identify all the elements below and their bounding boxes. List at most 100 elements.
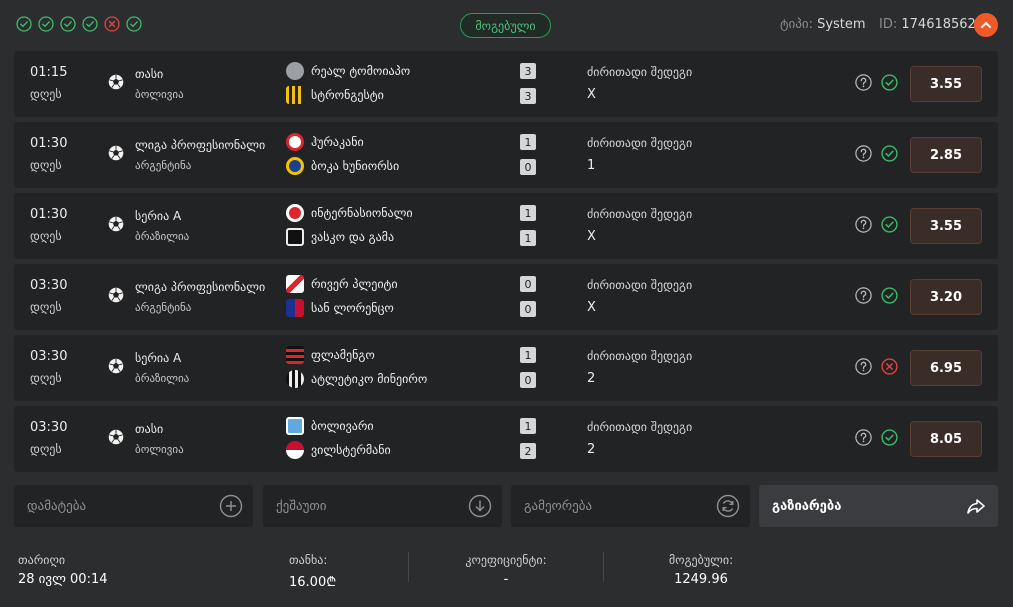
away-team: ატლეტიკო მინეირო (286, 369, 427, 389)
question-circle-icon[interactable] (855, 74, 872, 91)
result-lost-icon (881, 358, 898, 375)
match-day: დღეს (30, 158, 62, 172)
home-score: 1 (520, 205, 536, 221)
home-team: ბოლივარი (286, 416, 374, 436)
league-name: თასი (135, 67, 164, 81)
cross-circle-icon (104, 16, 120, 32)
bet-pick: X (587, 300, 596, 315)
away-score: 3 (520, 88, 536, 104)
red-black-crest-icon (286, 346, 304, 364)
match-time: 01:30 (30, 207, 68, 222)
match-time: 03:30 (30, 278, 68, 293)
chevron-up-icon (981, 21, 991, 28)
blue-crest-icon (286, 157, 304, 175)
home-score: 3 (520, 63, 536, 79)
share-button[interactable]: გაზიარება (759, 485, 998, 527)
market-name: ძირითადი შედეგი (587, 278, 693, 292)
divider (408, 552, 409, 582)
bet-id-value: 174618562 (901, 17, 976, 32)
globe-icon (286, 62, 304, 80)
question-circle-icon[interactable] (855, 216, 872, 233)
odds-button[interactable]: 8.05 (910, 421, 982, 457)
football-icon (108, 216, 124, 232)
check-circle-icon (126, 16, 142, 32)
check-circle-icon (60, 16, 76, 32)
bet-id: ID: 174618562 (879, 17, 976, 32)
odds-button[interactable]: 3.55 (910, 208, 982, 244)
odds-button[interactable]: 3.55 (910, 66, 982, 102)
odds-button[interactable]: 6.95 (910, 350, 982, 386)
away-score: 1 (520, 230, 536, 246)
away-score: 0 (520, 159, 536, 175)
repeat-label: გამეორება (524, 498, 593, 514)
bet-pick: 2 (587, 442, 596, 457)
add-label: დამატება (27, 498, 87, 514)
result-won-icon (881, 74, 898, 91)
check-circle-icon (82, 16, 98, 32)
home-team: რეალ ტომოიაპო (286, 61, 410, 81)
football-icon (108, 287, 124, 303)
away-team-name: ატლეტიკო მინეირო (311, 372, 428, 386)
away-score: 0 (520, 301, 536, 317)
bet-type-prefix: ტიპი: (780, 17, 813, 32)
date-value: 28 ივლ 00:14 (18, 572, 108, 587)
match-time: 03:30 (30, 420, 68, 435)
football-icon (108, 429, 124, 445)
home-score: 0 (520, 276, 536, 292)
black-white-crest-icon (286, 370, 304, 388)
check-circle-icon (16, 16, 32, 32)
match-time: 01:30 (30, 136, 68, 151)
bet-row: 01:30 დღეს ლიგა პროფესიონალი არგენტინა ჰურაკ… (14, 122, 998, 188)
share-arrow-icon (967, 499, 985, 514)
bet-pick: X (587, 87, 596, 102)
home-team-name: ინტერნასიონალი (311, 206, 413, 220)
away-team: ვასკო და გამა (286, 227, 394, 247)
league-country: ბრაზილია (135, 372, 190, 385)
stake-value: 16.00₾ (289, 575, 337, 590)
cashout-label: ქეშაუთი (276, 498, 327, 514)
divider (603, 552, 604, 582)
add-button[interactable]: დამატება (14, 485, 253, 527)
home-score: 1 (520, 347, 536, 363)
football-icon (108, 145, 124, 161)
league-name: ლიგა პროფესიონალი (135, 280, 266, 294)
collapse-button[interactable] (974, 13, 998, 37)
league-name: თასი (135, 422, 164, 436)
question-circle-icon[interactable] (855, 287, 872, 304)
status-badge: მოგებული (460, 13, 551, 38)
home-team: ჰურაკანი (286, 132, 364, 152)
bet-pick: 1 (587, 158, 596, 173)
home-team: ინტერნასიონალი (286, 203, 413, 223)
question-circle-icon[interactable] (855, 429, 872, 446)
away-team-name: ვასკო და გამა (311, 230, 395, 244)
away-score: 2 (520, 443, 536, 459)
striped-shield-icon (286, 86, 304, 104)
away-team-name: ბოკა ხუნიორსი (311, 159, 400, 173)
away-score: 0 (520, 372, 536, 388)
coef-label: კოეფიციენტი: (465, 553, 547, 567)
bet-type: ტიპი: System (780, 17, 866, 32)
bet-type-value: System (817, 17, 866, 32)
home-score: 1 (520, 418, 536, 434)
question-circle-icon[interactable] (855, 145, 872, 162)
repeat-button[interactable]: გამეორება (511, 485, 750, 527)
away-team-name: სტრონგესტი (311, 88, 384, 102)
blue-red-shield-icon (286, 299, 304, 317)
odds-button[interactable]: 3.20 (910, 279, 982, 315)
bet-row: 01:15 დღეს თასი ბოლივია რეალ ტომოიაპო სტრონგე… (14, 51, 998, 117)
question-circle-icon[interactable] (855, 358, 872, 375)
cashout-button[interactable]: ქეშაუთი (263, 485, 502, 527)
home-score: 1 (520, 134, 536, 150)
bet-pick: 2 (587, 371, 596, 386)
odds-button[interactable]: 2.85 (910, 137, 982, 173)
bet-header: მოგებული ტიპი: System ID: 174618562 (0, 0, 1013, 50)
match-day: დღეს (30, 442, 62, 456)
red-white-crest-icon (286, 441, 304, 459)
market-name: ძირითადი შედეგი (587, 420, 693, 434)
away-team: სან ლორენცო (286, 298, 394, 318)
plus-circle-icon (219, 494, 243, 518)
result-won-icon (881, 429, 898, 446)
sky-blue-shield-icon (286, 417, 304, 435)
arrow-down-circle-icon (468, 494, 492, 518)
status-dots (16, 16, 142, 32)
